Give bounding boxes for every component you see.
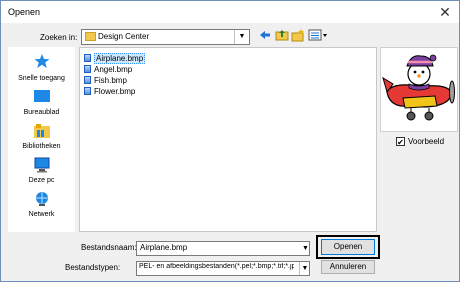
- new-folder-icon[interactable]: [290, 28, 306, 44]
- place-this-pc[interactable]: Deze pc: [8, 155, 75, 191]
- filename-field[interactable]: Airplane.bmp ▼: [136, 241, 310, 256]
- open-button[interactable]: Openen: [321, 239, 375, 255]
- network-icon: [33, 191, 51, 206]
- preview-checkbox-label: Voorbeeld: [408, 137, 445, 146]
- title-bar: Openen ✕: [1, 1, 459, 23]
- computer-icon: [33, 157, 51, 173]
- bitmap-file-icon: [84, 54, 91, 62]
- place-label: Bureaublad: [23, 109, 60, 116]
- file-list[interactable]: Airplane.bmp Angel.bmp Fish.bmp Flower.b…: [79, 47, 377, 232]
- cancel-button[interactable]: Annuleren: [321, 260, 375, 274]
- open-dialog: Openen ✕ Zoeken in: Design Center ▼ Snel…: [0, 0, 460, 282]
- look-in-label: Zoeken in:: [40, 33, 78, 42]
- chevron-down-icon[interactable]: ▼: [234, 30, 249, 44]
- close-button[interactable]: ✕: [437, 4, 453, 20]
- look-in-value: Design Center: [98, 32, 150, 41]
- place-network[interactable]: Netwerk: [8, 189, 75, 225]
- libraries-icon: [33, 123, 51, 138]
- place-label: Netwerk: [28, 211, 55, 218]
- view-menu-icon[interactable]: [307, 28, 329, 44]
- preview-pane: [380, 47, 458, 132]
- filename-label: Bestandsnaam:: [81, 243, 137, 252]
- dialog-title: Openen: [8, 7, 41, 17]
- chevron-down-icon[interactable]: ▼: [299, 262, 310, 275]
- file-name: Flower.bmp: [94, 87, 136, 96]
- back-icon[interactable]: [257, 28, 273, 44]
- filetype-value: PEL- en afbeeldingsbestanden(*.pel;*.bmp…: [139, 263, 294, 270]
- chevron-down-icon[interactable]: ▼: [302, 243, 309, 254]
- filetype-select[interactable]: PEL- en afbeeldingsbestanden(*.pel;*.bmp…: [136, 261, 310, 276]
- folder-icon: [85, 32, 96, 41]
- bitmap-file-icon: [84, 87, 91, 95]
- filetype-label: Bestandstypen:: [65, 263, 121, 272]
- file-name: Airplane.bmp: [94, 53, 146, 64]
- list-item[interactable]: Angel.bmp: [84, 64, 132, 75]
- filename-value: Airplane.bmp: [140, 243, 188, 252]
- list-item[interactable]: Airplane.bmp: [84, 53, 146, 64]
- file-name: Angel.bmp: [94, 65, 133, 74]
- file-name: Fish.bmp: [94, 76, 127, 85]
- place-label: Bibliotheken: [22, 143, 61, 150]
- look-in-dropdown[interactable]: Design Center ▼: [81, 29, 250, 45]
- up-folder-icon[interactable]: [274, 28, 290, 44]
- desktop-icon: [33, 89, 51, 103]
- place-desktop[interactable]: Bureaublad: [8, 87, 75, 123]
- place-label: Deze pc: [28, 177, 55, 184]
- places-bar: Snelle toegang Bureaublad Bibliotheken D…: [8, 47, 75, 232]
- bitmap-file-icon: [84, 65, 91, 73]
- place-label: Snelle toegang: [18, 75, 65, 82]
- list-item[interactable]: Flower.bmp: [84, 86, 135, 97]
- bitmap-file-icon: [84, 76, 91, 84]
- star-icon: [33, 53, 51, 68]
- list-item[interactable]: Fish.bmp: [84, 75, 127, 86]
- place-quick-access[interactable]: Snelle toegang: [8, 51, 75, 89]
- place-libraries[interactable]: Bibliotheken: [8, 121, 75, 157]
- preview-checkbox[interactable]: ✔: [396, 137, 405, 147]
- airplane-preview-image: [382, 54, 455, 121]
